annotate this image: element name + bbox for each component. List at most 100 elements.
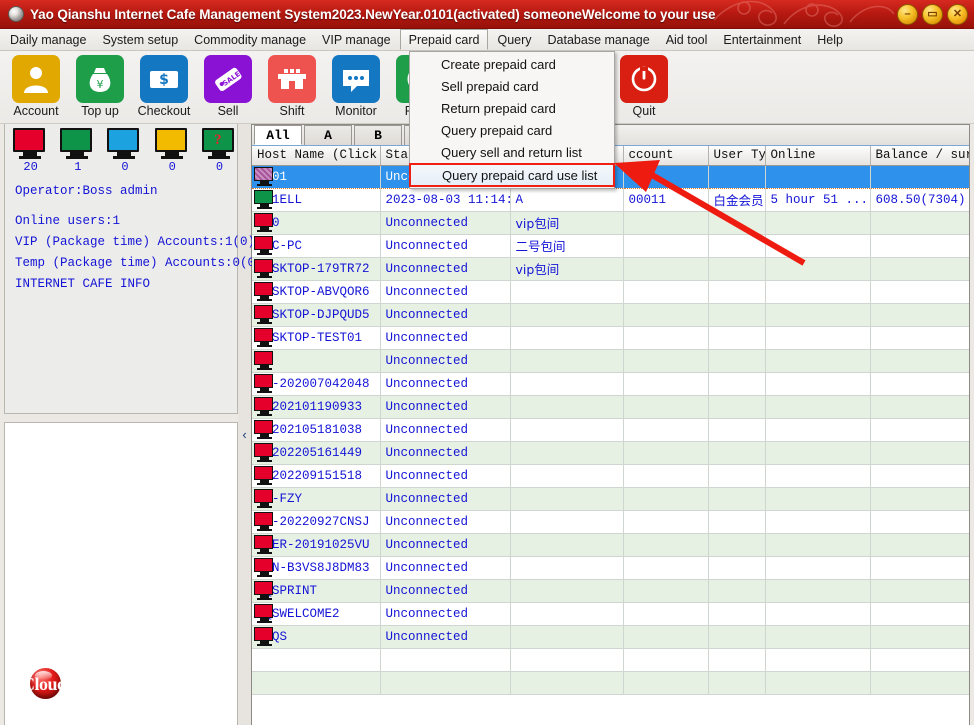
grid-cell-online xyxy=(765,280,870,303)
prepaid-card-menu[interactable]: Create prepaid card Sell prepaid card Retu… xyxy=(409,51,615,189)
table-row[interactable]: USER-20191025VUUnconnected192.168 xyxy=(252,533,969,556)
grid-cell-text: Unconnected xyxy=(386,285,469,299)
menu-item-label: Return prepaid card xyxy=(441,101,556,116)
menu-help[interactable]: Help xyxy=(809,29,851,50)
status-counter[interactable]: 20 xyxy=(13,128,48,174)
menu-item-sell-prepaid-card[interactable]: Sell prepaid card xyxy=(410,75,614,97)
table-row[interactable]: PC202101190933Unconnected192.168 xyxy=(252,395,969,418)
menu-system-setup[interactable]: System setup xyxy=(94,29,186,50)
table-row[interactable]: YQSPRINTUnconnected192.168 xyxy=(252,579,969,602)
status-counter-value: 0 xyxy=(202,160,237,174)
minimize-button[interactable]: – xyxy=(897,4,918,25)
grid-cell-account xyxy=(623,556,708,579)
table-row[interactable]: DESKTOP-DJPQUD5Unconnected192.168 xyxy=(252,303,969,326)
checkout-button[interactable]: $Checkout xyxy=(132,55,196,118)
menu-query[interactable]: Query xyxy=(489,29,539,50)
grid-cell-room: vip包间 xyxy=(510,211,623,234)
host-name-cell: DESKTOP-ABVQOR6 xyxy=(252,280,380,303)
table-row[interactable]: A11ELL2023-08-03 11:14:44A00011白金会员5 hou… xyxy=(252,188,969,211)
menu-vip-manage[interactable]: VIP manage xyxy=(314,29,399,50)
grid-column-header[interactable]: Online xyxy=(765,146,870,165)
collapse-sidebar-handle[interactable]: ‹ xyxy=(238,124,251,725)
menu-item-return-prepaid-card[interactable]: Return prepaid card xyxy=(410,97,614,119)
table-row[interactable] xyxy=(252,671,969,694)
tab-b[interactable]: B xyxy=(354,125,402,145)
grid-cell-balance xyxy=(870,464,969,487)
toolbar-button-label: Monitor xyxy=(335,104,377,118)
table-row[interactable]: YQSWELCOME2Unconnected192.168 xyxy=(252,602,969,625)
counter-icon xyxy=(268,55,316,103)
table-row[interactable] xyxy=(252,648,969,671)
table-row[interactable]: MM-202007042048Unconnected192.168 xyxy=(252,372,969,395)
account-button[interactable]: Account xyxy=(4,55,68,118)
grid-cell-usertype xyxy=(708,257,765,280)
table-row[interactable]: PC202209151518Unconnected192.168 xyxy=(252,464,969,487)
grid-cell-status: Unconnected xyxy=(380,372,510,395)
status-counter[interactable]: 0 xyxy=(155,128,190,174)
menu-item-label: Sell prepaid card xyxy=(441,79,539,94)
grid-column-header[interactable]: Balance / surp­ xyxy=(870,146,969,165)
monitor-button[interactable]: Monitor xyxy=(324,55,388,118)
monitor-status-icon xyxy=(254,581,275,601)
grid-cell-balance xyxy=(870,510,969,533)
grid-cell-text: 2023-08-03 11:14:44 xyxy=(386,193,511,207)
grid-cell-balance xyxy=(870,648,969,671)
grid-cell-room xyxy=(510,303,623,326)
menu-entertainment[interactable]: Entertainment xyxy=(715,29,809,50)
table-row[interactable]: DESKTOP-179TR72Unconnectedvip包间192.168 xyxy=(252,257,969,280)
close-button[interactable]: ✕ xyxy=(947,4,968,25)
host-name-cell: JF xyxy=(252,349,380,372)
table-row[interactable]: A30Unconnectedvip包间192.168 xyxy=(252,211,969,234)
top-up-button[interactable]: ¥Top up xyxy=(68,55,132,118)
menu-daily-manage[interactable]: Daily manage xyxy=(2,29,94,50)
grid-column-header[interactable]: User Typ xyxy=(708,146,765,165)
grid-cell-status: Unconnected xyxy=(380,510,510,533)
menu-prepaid-card[interactable]: Prepaid card xyxy=(400,29,489,50)
table-row[interactable]: WIN-B3VS8J8DM83Unconnected192.168 xyxy=(252,556,969,579)
menu-label: Help xyxy=(817,33,843,47)
sell-button[interactable]: SALESell xyxy=(196,55,260,118)
table-row[interactable]: SK-20220927CNSJUnconnected192.168 xyxy=(252,510,969,533)
quit-button[interactable]: Quit xyxy=(612,55,676,118)
grid-cell-status: 2023-08-03 11:14:44 xyxy=(380,188,510,211)
cafe-info-line: INTERNET CAFE INFO xyxy=(5,277,237,298)
monitor-green-icon xyxy=(60,128,94,158)
grid-cell-balance xyxy=(870,418,969,441)
tab-a[interactable]: A xyxy=(304,125,352,145)
table-row[interactable]: DESKTOP-TEST01Unconnected192.168 xyxy=(252,326,969,349)
menu-aid-tool[interactable]: Aid tool xyxy=(658,29,716,50)
shift-button[interactable]: Shift xyxy=(260,55,324,118)
table-row[interactable]: PC202205161449Unconnected192.168 xyxy=(252,441,969,464)
menu-item-create-prepaid-card[interactable]: Create prepaid card xyxy=(410,53,614,75)
grid-column-header[interactable]: ccount xyxy=(623,146,708,165)
table-row[interactable]: YYQSUnconnected192.168 xyxy=(252,625,969,648)
menu-item-query-prepaid-card-use-list[interactable]: Query prepaid card use list xyxy=(409,163,615,187)
status-counter[interactable]: 0 xyxy=(107,128,142,174)
svg-text:¥: ¥ xyxy=(97,78,104,91)
host-grid-container[interactable]: Host Name (Click SoStatccountUser TypOnl… xyxy=(252,146,969,725)
table-row[interactable]: PC202105181038Unconnected192.168 xyxy=(252,418,969,441)
power-icon xyxy=(620,55,668,103)
grid-cell-text: 608.50(7304) xyxy=(876,193,966,207)
menu-item-query-sell-and-return-list[interactable]: Query sell and return list xyxy=(410,141,614,163)
grid-column-header[interactable]: Host Name (Click So xyxy=(252,146,380,165)
grid-cell-online xyxy=(765,418,870,441)
status-counter[interactable]: 1 xyxy=(60,128,95,174)
menu-commodity-manage[interactable]: Commodity manage xyxy=(186,29,314,50)
grid-cell-usertype xyxy=(708,211,765,234)
status-counter[interactable]: ?0 xyxy=(202,128,237,174)
grid-cell-usertype xyxy=(708,510,765,533)
table-row[interactable]: ABC-PCUnconnected二号包间192.168 xyxy=(252,234,969,257)
host-name-cell: PC202205161449 xyxy=(252,441,380,464)
host-name-cell: DESKTOP-DJPQUD5 xyxy=(252,303,380,326)
maximize-button[interactable]: ▭ xyxy=(922,4,943,25)
menu-database-manage[interactable]: Database manage xyxy=(540,29,658,50)
monitor-status-icon xyxy=(254,443,275,463)
menu-item-query-prepaid-card[interactable]: Query prepaid card xyxy=(410,119,614,141)
tab-all[interactable]: All xyxy=(254,125,302,145)
table-row[interactable]: JFUnconnected192.168 xyxy=(252,349,969,372)
grid-cell-account xyxy=(623,441,708,464)
table-row[interactable]: DESKTOP-ABVQOR6Unconnected192.168 xyxy=(252,280,969,303)
grid-cell-text: Unconnected xyxy=(386,584,469,598)
table-row[interactable]: PC-FZYUnconnected192.168 xyxy=(252,487,969,510)
